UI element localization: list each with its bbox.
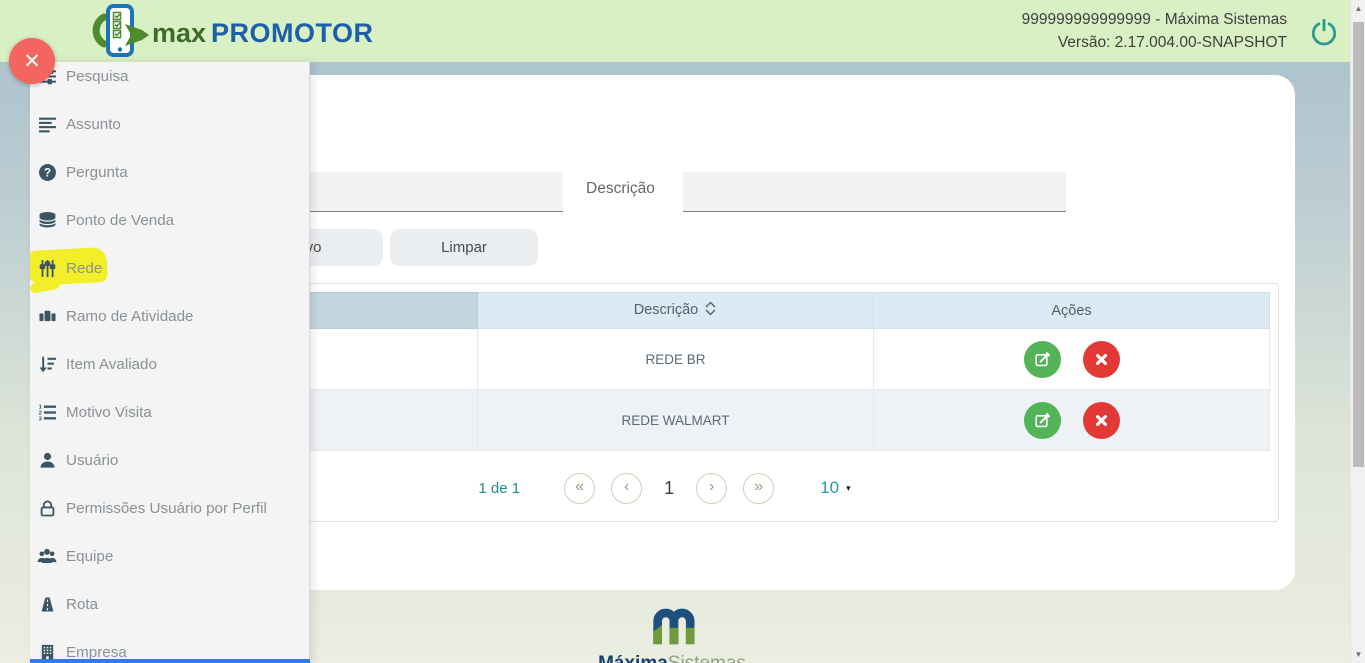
sidebar-menu: Pesquisa Assunto ? Pergunta Ponto de Ven…: [30, 62, 310, 663]
svg-text:?: ?: [43, 166, 50, 179]
scrollbar[interactable]: ▲ ▼: [1350, 0, 1365, 663]
maxima-m-logo-icon: [649, 601, 695, 652]
lock-icon: [35, 499, 59, 518]
footer-maxima-text: Máxima: [598, 653, 668, 663]
bottom-blue-strip: [30, 659, 310, 663]
sidebar-item-empresa[interactable]: Empresa: [30, 628, 309, 663]
delete-icon[interactable]: [1083, 341, 1120, 378]
sidebar-item-permissoes-usuario-por-perfil[interactable]: Permissões Usuário por Perfil: [30, 484, 309, 532]
page-size-select[interactable]: 10 ▾: [820, 478, 850, 498]
table-header-acoes: Ações: [874, 293, 1270, 329]
row-actions-cell: [874, 329, 1270, 390]
question-circle-icon: ?: [35, 163, 59, 182]
footer-brand: MáximaSistemas: [592, 601, 752, 663]
descricao-label: Descrição: [586, 172, 655, 206]
footer-sistemas-text: Sistemas: [668, 653, 746, 663]
footer-brand-text: MáximaSistemas: [598, 653, 746, 663]
scrollbar-thumb[interactable]: [1353, 22, 1364, 467]
user-icon: [35, 451, 59, 470]
industry-icon: [35, 307, 59, 326]
align-left-icon: [35, 115, 59, 134]
top-header-bar: max PROMOTOR 999999999999999 - Máxima Si…: [0, 0, 1365, 62]
brand-max-text: max: [152, 18, 206, 49]
road-icon: [35, 595, 59, 614]
maxpromotor-phone-logo-icon: [92, 4, 150, 63]
header-account-info: 999999999999999 - Máxima Sistemas Versão…: [1022, 8, 1287, 54]
version-line: Versão: 2.17.004.00-SNAPSHOT: [1022, 31, 1287, 54]
power-icon[interactable]: [1309, 17, 1339, 47]
sort-amount-icon: [35, 355, 59, 374]
sidebar-item-ramo-de-atividade[interactable]: Ramo de Atividade: [30, 292, 309, 340]
limpar-button[interactable]: Limpar: [390, 229, 538, 266]
row-descricao-cell: REDE BR: [478, 329, 874, 390]
sidebar-item-equipe[interactable]: Equipe: [30, 532, 309, 580]
users-icon: [35, 547, 59, 566]
close-icon[interactable]: ✕: [9, 38, 55, 84]
page-size-value: 10: [820, 478, 839, 498]
brand-promotor-text: PROMOTOR: [211, 18, 374, 49]
sidebar-item-pergunta[interactable]: ? Pergunta: [30, 148, 309, 196]
row-descricao-cell: REDE WALMART: [478, 390, 874, 451]
sidebar-item-item-avaliado[interactable]: Item Avaliado: [30, 340, 309, 388]
first-page-button[interactable]: «: [564, 473, 595, 504]
account-line: 999999999999999 - Máxima Sistemas: [1022, 8, 1287, 31]
last-page-button[interactable]: »: [743, 473, 774, 504]
next-page-button[interactable]: ›: [696, 473, 727, 504]
sidebar-item-pesquisa[interactable]: Pesquisa: [30, 62, 309, 100]
scroll-down-icon[interactable]: ▼: [1351, 650, 1365, 659]
database-icon: [35, 211, 59, 230]
sort-updown-icon[interactable]: [704, 304, 717, 320]
scroll-up-icon[interactable]: ▲: [1351, 4, 1365, 13]
app-frame: max PROMOTOR 999999999999999 - Máxima Si…: [0, 0, 1365, 663]
sidebar-item-rede[interactable]: Rede: [30, 244, 309, 292]
edit-icon[interactable]: [1024, 402, 1061, 439]
svg-text:3: 3: [38, 416, 42, 422]
current-page-number[interactable]: 1: [664, 478, 674, 499]
prev-page-button[interactable]: ‹: [611, 473, 642, 504]
maxpromotor-logo: max PROMOTOR: [92, 4, 374, 63]
list-ol-icon: 123: [35, 403, 59, 422]
descricao-input[interactable]: [683, 172, 1066, 212]
caret-down-icon: ▾: [846, 483, 851, 494]
row-actions-cell: [874, 390, 1270, 451]
sidebar-item-rota[interactable]: Rota: [30, 580, 309, 628]
sidebar-item-motivo-visita[interactable]: 123 Motivo Visita: [30, 388, 309, 436]
page-summary: 1 de 1: [478, 480, 520, 497]
sidebar-item-usuario[interactable]: Usuário: [30, 436, 309, 484]
delete-icon[interactable]: [1083, 402, 1120, 439]
sliders-vertical-icon: [35, 259, 59, 278]
table-header-descricao[interactable]: Descrição: [478, 293, 874, 329]
edit-icon[interactable]: [1024, 341, 1061, 378]
menu-list: Pesquisa Assunto ? Pergunta Ponto de Ven…: [30, 62, 309, 663]
sidebar-item-assunto[interactable]: Assunto: [30, 100, 309, 148]
sidebar-item-ponto-de-venda[interactable]: Ponto de Venda: [30, 196, 309, 244]
